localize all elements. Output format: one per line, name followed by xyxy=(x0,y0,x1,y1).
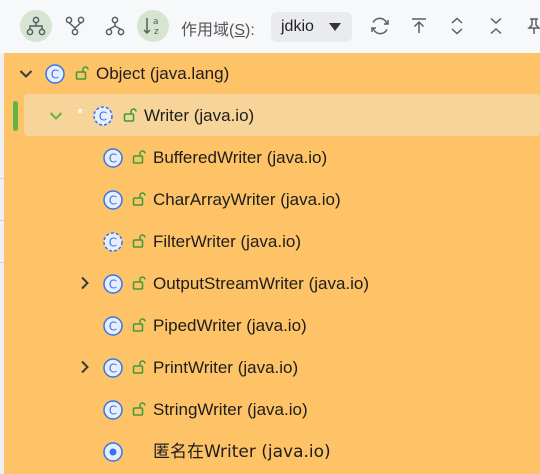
public-lock-icon xyxy=(132,360,146,374)
tree-row-object[interactable]: C Object (java.lang) xyxy=(4,53,540,95)
subtypes-hierarchy-button[interactable] xyxy=(20,10,52,42)
tree-row-child[interactable]: C PipedWriter (java.io) xyxy=(4,305,540,347)
tree-row-child[interactable]: 匿名在Writer (java.io) xyxy=(4,431,540,473)
class-icon: C xyxy=(103,316,123,336)
tree-row-writer-selected[interactable]: * C Writer (java.io) xyxy=(4,94,540,137)
svg-text:C: C xyxy=(109,194,117,208)
abstract-class-icon: C xyxy=(103,232,123,252)
public-lock-icon xyxy=(132,276,146,290)
svg-text:C: C xyxy=(109,404,117,418)
collapse-all-button[interactable] xyxy=(480,10,512,42)
tree-row-label: FilterWriter (java.io) xyxy=(153,232,301,251)
tree-row-label: 匿名在Writer (java.io) xyxy=(153,442,331,462)
class-icon: C xyxy=(103,148,123,168)
subtypes-hierarchy-icon xyxy=(26,16,46,36)
class-icon: C xyxy=(103,190,123,210)
scope-label: 作用域(S): xyxy=(181,22,255,39)
tree-row-label: Writer (java.io) xyxy=(144,106,255,125)
pin-icon xyxy=(527,18,540,34)
tree-row-label: Object (java.lang) xyxy=(96,64,230,83)
class-icon: C xyxy=(103,358,123,378)
class-icon: C xyxy=(45,64,65,84)
public-lock-icon xyxy=(132,318,146,332)
chevron-right-icon[interactable] xyxy=(77,275,93,291)
refresh-icon xyxy=(371,17,389,35)
svg-text:C: C xyxy=(109,320,117,334)
export-button[interactable] xyxy=(403,10,435,42)
tree-row-label: PipedWriter (java.io) xyxy=(153,316,307,335)
tree-row-label: StringWriter (java.io) xyxy=(153,400,308,419)
pin-button[interactable] xyxy=(518,10,540,42)
tree-row-child[interactable]: C CharArrayWriter (java.io) xyxy=(4,179,540,221)
abstract-class-icon: C xyxy=(93,106,113,126)
svg-text:C: C xyxy=(99,110,107,124)
collapse-all-icon xyxy=(490,17,502,35)
tree-row-child[interactable]: C BufferedWriter (java.io) xyxy=(4,137,540,179)
export-icon xyxy=(412,18,426,33)
hierarchy-toolbar: a z 作用域(S): jdkio xyxy=(0,0,540,53)
tree-row-child[interactable]: C PrintWriter (java.io) xyxy=(4,347,540,389)
sort-alphabetically-button[interactable]: a z xyxy=(137,10,169,42)
public-lock-icon xyxy=(75,66,89,80)
refresh-button[interactable] xyxy=(364,10,396,42)
hierarchy-tree: C Object (java.lang) * C Writer (java.io… xyxy=(4,53,540,474)
tree-row-label: OutputStreamWriter (java.io) xyxy=(153,274,370,293)
tree-row-child[interactable]: C FilterWriter (java.io) xyxy=(4,221,540,263)
svg-text:C: C xyxy=(109,278,117,292)
expand-all-icon xyxy=(451,17,463,35)
public-lock-icon xyxy=(123,108,137,122)
class-hierarchy-icon xyxy=(105,16,125,36)
tree-row-child[interactable]: C OutputStreamWriter (java.io) xyxy=(4,263,540,305)
chevron-down-icon[interactable] xyxy=(48,108,64,124)
selection-marker xyxy=(13,101,18,131)
scope-dropdown-value: jdkio xyxy=(281,18,314,35)
chevron-down-icon[interactable] xyxy=(18,66,34,82)
svg-text:C: C xyxy=(51,68,59,82)
public-lock-icon xyxy=(132,192,146,206)
expand-all-button[interactable] xyxy=(441,10,473,42)
supertypes-hierarchy-button[interactable] xyxy=(59,10,91,42)
public-lock-icon xyxy=(132,150,146,164)
class-icon: C xyxy=(103,400,123,420)
scope-dropdown[interactable]: jdkio xyxy=(271,12,352,42)
sort-alphabetically-icon: a z xyxy=(143,17,159,37)
public-lock-icon xyxy=(132,402,146,416)
tree-row-child[interactable]: C StringWriter (java.io) xyxy=(4,389,540,431)
tree-row-label: BufferedWriter (java.io) xyxy=(153,148,328,167)
svg-text:C: C xyxy=(109,236,117,250)
svg-text:C: C xyxy=(109,152,117,166)
anonymous-class-icon xyxy=(103,442,123,462)
public-lock-icon xyxy=(132,234,146,248)
marker-star: * xyxy=(77,106,84,123)
chevron-right-icon[interactable] xyxy=(77,359,93,375)
svg-text:z: z xyxy=(154,27,159,37)
tree-row-label: CharArrayWriter (java.io) xyxy=(153,190,341,209)
class-hierarchy-button[interactable] xyxy=(99,10,131,42)
dropdown-arrow-icon xyxy=(329,23,341,31)
class-icon: C xyxy=(103,274,123,294)
tree-row-label: PrintWriter (java.io) xyxy=(153,358,299,377)
supertypes-hierarchy-icon xyxy=(65,16,85,36)
svg-text:C: C xyxy=(109,362,117,376)
svg-text:a: a xyxy=(153,17,159,27)
